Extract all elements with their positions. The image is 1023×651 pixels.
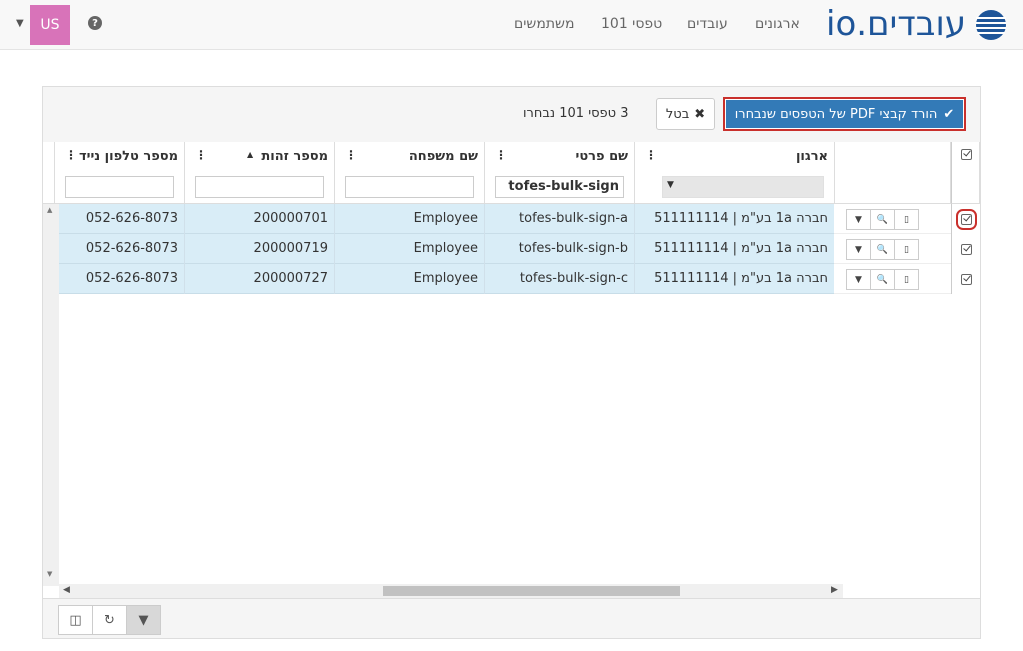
row-actions: ▼ 🔍 ▯	[834, 234, 951, 264]
brand-logo[interactable]: עובדים.io	[826, 4, 966, 44]
forms-grid: מספר טלפון נייד ⋮ מספר זהות ▲ ⋮ שם משפחה…	[43, 142, 980, 598]
phone-filter-input[interactable]	[65, 176, 174, 198]
column-header-partial	[43, 142, 55, 204]
refresh-icon[interactable]: ↻	[92, 605, 127, 635]
last-name-cell: Employee	[335, 234, 485, 264]
scroll-left-icon[interactable]: ◀	[63, 585, 70, 595]
caret-down-icon[interactable]: ▼	[846, 209, 871, 230]
zoom-icon[interactable]: 🔍	[870, 269, 895, 290]
first-name-cell: tofes-bulk-sign-a	[485, 204, 635, 234]
user-avatar[interactable]: US	[30, 5, 70, 45]
forms-panel: ✔ הורד קבצי PDF של הטפסים שנבחרו ✖ בטל 3…	[42, 86, 981, 639]
horizontal-scroll-thumb[interactable]	[383, 586, 680, 596]
id-header-label: מספר זהות	[261, 149, 328, 164]
column-menu-icon[interactable]: ⋮	[645, 148, 657, 162]
caret-down-icon[interactable]: ▼	[846, 239, 871, 260]
column-header-first-name[interactable]: שם פרטי ⋮ tofes-bulk-sign	[485, 142, 635, 204]
phone-cell: 052-626-8073	[59, 234, 185, 264]
row-data: 052-626-8073 200000727 Employee tofes-bu…	[59, 264, 835, 294]
pdf-file-icon[interactable]: ▯	[894, 239, 919, 260]
grid-footer: ◫ ↻ ▼	[43, 598, 980, 638]
pdf-file-icon[interactable]: ▯	[894, 209, 919, 230]
row-data: 052-626-8073 200000701 Employee tofes-bu…	[59, 204, 835, 234]
zoom-icon[interactable]: 🔍	[870, 239, 895, 260]
organization-cell: חברה 1a בע"מ | 511111114	[635, 234, 835, 264]
column-menu-icon[interactable]: ⋮	[495, 148, 507, 162]
first-name-cell: tofes-bulk-sign-c	[485, 264, 635, 294]
last-name-cell: Employee	[335, 264, 485, 294]
organization-header-label: ארגון	[795, 149, 828, 164]
id-cell: 200000727	[185, 264, 335, 294]
table-row[interactable]: 052-626-8073 200000727 Employee tofes-bu…	[43, 264, 980, 294]
row-actions: ▼ 🔍 ▯	[834, 204, 951, 234]
row-select-cell[interactable]	[951, 204, 980, 234]
organization-filter-select[interactable]: ▼	[662, 176, 824, 198]
column-menu-icon[interactable]: ⋮	[65, 148, 77, 162]
rows-container: 052-626-8073 200000701 Employee tofes-bu…	[43, 204, 980, 294]
row-select-cell[interactable]	[951, 264, 980, 294]
first-name-filter-input[interactable]: tofes-bulk-sign	[495, 176, 624, 198]
selection-count: 3 טפסי 101 נבחרו	[523, 106, 629, 121]
row-checkbox[interactable]	[960, 273, 972, 285]
check-icon: ✔	[943, 106, 955, 122]
caret-down-icon[interactable]: ▼	[846, 269, 871, 290]
horizontal-scrollbar[interactable]: ◀ ▶	[59, 584, 843, 598]
cancel-label: בטל	[665, 106, 690, 122]
scroll-right-icon[interactable]: ▶	[831, 585, 838, 595]
id-cell: 200000719	[185, 234, 335, 264]
organization-cell: חברה 1a בע"מ | 511111114	[635, 264, 835, 294]
cancel-button[interactable]: ✖ בטל	[656, 98, 715, 130]
dropdown-arrow-icon: ▼	[667, 180, 674, 190]
row-data: 052-626-8073 200000719 Employee tofes-bu…	[59, 234, 835, 264]
zoom-icon[interactable]: 🔍	[870, 209, 895, 230]
id-cell: 200000701	[185, 204, 335, 234]
filter-icon[interactable]: ▼	[126, 605, 161, 635]
column-menu-icon[interactable]: ⋮	[345, 148, 357, 162]
column-menu-icon[interactable]: ⋮	[195, 148, 207, 162]
download-pdfs-button[interactable]: ✔ הורד קבצי PDF של הטפסים שנבחרו	[723, 97, 966, 131]
pdf-file-icon[interactable]: ▯	[894, 269, 919, 290]
column-header-phone[interactable]: מספר טלפון נייד ⋮	[55, 142, 185, 204]
column-header-actions	[835, 142, 951, 204]
globe-logo-icon	[976, 10, 1006, 40]
phone-cell: 052-626-8073	[59, 264, 185, 294]
download-label: הורד קבצי PDF של הטפסים שנבחרו	[734, 106, 938, 122]
last-name-header-label: שם משפחה	[408, 149, 478, 164]
columns-icon[interactable]: ◫	[58, 605, 93, 635]
row-checkbox[interactable]	[955, 208, 977, 230]
table-row[interactable]: 052-626-8073 200000719 Employee tofes-bu…	[43, 234, 980, 264]
column-header-id[interactable]: מספר זהות ▲ ⋮	[185, 142, 335, 204]
top-navbar: ▼ US ? משתמשים טפסי 101 עובדים ארגונים ע…	[0, 0, 1023, 50]
nav-organizations[interactable]: ארגונים	[755, 16, 800, 32]
row-checkbox[interactable]	[960, 243, 972, 255]
column-header-organization[interactable]: ארגון ⋮ ▼	[635, 142, 835, 204]
selection-toolbar: ✔ הורד קבצי PDF של הטפסים שנבחרו ✖ בטל 3…	[43, 87, 980, 142]
sort-asc-icon: ▲	[247, 150, 254, 159]
nav-forms-101[interactable]: טפסי 101	[601, 16, 662, 32]
organization-cell: חברה 1a בע"מ | 511111114	[635, 204, 835, 234]
phone-header-label: מספר טלפון נייד	[78, 149, 178, 164]
phone-cell: 052-626-8073	[59, 204, 185, 234]
help-icon[interactable]: ?	[88, 16, 102, 30]
select-all-checkbox[interactable]	[961, 149, 972, 160]
nav-users[interactable]: משתמשים	[514, 16, 574, 32]
row-select-cell[interactable]	[951, 234, 980, 264]
table-row[interactable]: 052-626-8073 200000701 Employee tofes-bu…	[43, 204, 980, 234]
select-all-cell[interactable]	[951, 142, 980, 204]
nav-employees[interactable]: עובדים	[687, 16, 728, 32]
first-name-header-label: שם פרטי	[575, 149, 628, 164]
caret-down-icon[interactable]: ▼	[16, 18, 24, 29]
last-name-filter-input[interactable]	[345, 176, 474, 198]
row-actions: ▼ 🔍 ▯	[834, 264, 951, 294]
first-name-cell: tofes-bulk-sign-b	[485, 234, 635, 264]
id-filter-input[interactable]	[195, 176, 324, 198]
close-icon: ✖	[694, 106, 706, 122]
last-name-cell: Employee	[335, 204, 485, 234]
column-header-last-name[interactable]: שם משפחה ⋮	[335, 142, 485, 204]
scroll-down-icon[interactable]: ▼	[47, 570, 52, 578]
